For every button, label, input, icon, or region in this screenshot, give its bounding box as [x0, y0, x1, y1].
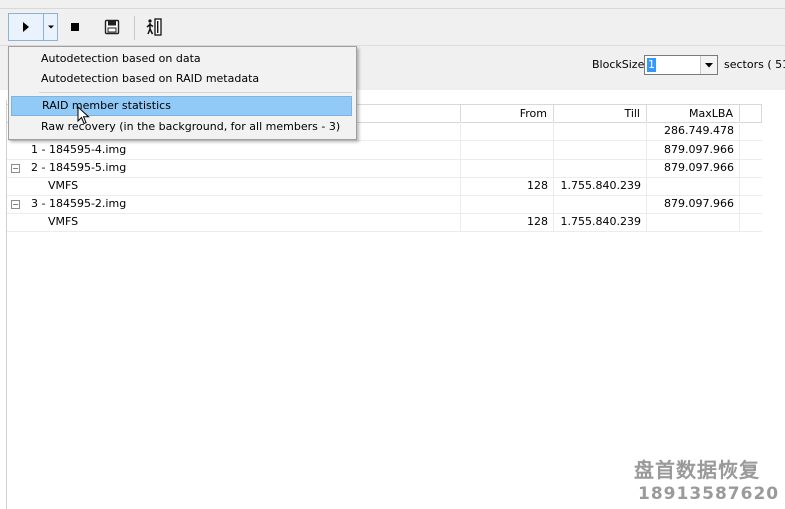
row-maxlba: 879.097.966: [647, 195, 740, 213]
watermark-phone: 18913587620: [638, 484, 780, 504]
blocksize-label: BlockSize: [592, 58, 645, 71]
blocksize-value[interactable]: 1: [647, 58, 656, 72]
row-till: [554, 195, 647, 213]
column-header-maxlba[interactable]: MaxLBA: [647, 105, 740, 122]
row-name-cell: 1 - 184595-4.img: [7, 141, 461, 159]
stop-button[interactable]: [64, 13, 86, 41]
row-name: VMFS: [48, 215, 79, 228]
row-from: 128: [461, 177, 554, 195]
row-name: 2 - 184595-5.img: [31, 161, 127, 174]
menu-item-raw-recovery[interactable]: Raw recovery (in the background, for all…: [11, 117, 352, 137]
row-name-cell: VMFS: [7, 213, 461, 231]
row-name: VMFS: [48, 179, 79, 192]
row-maxlba: 286.749.478: [647, 122, 740, 140]
row-maxlba: 879.097.966: [647, 159, 740, 177]
collapse-toggle-icon[interactable]: −: [11, 164, 20, 173]
mouse-pointer-icon: [77, 106, 90, 125]
row-from: 128: [461, 213, 554, 231]
watermark-text: 盘首数据恢复: [634, 458, 760, 482]
collapse-toggle-icon[interactable]: −: [11, 200, 20, 209]
raid-members-grid[interactable]: From Till MaxLBA 286.749.478 1 - 184595-…: [6, 100, 785, 509]
start-dropdown-menu: Autodetection based on data Autodetectio…: [8, 46, 357, 140]
floppy-disk-icon: [104, 19, 120, 35]
row-till: [554, 159, 647, 177]
row-maxlba: [647, 177, 740, 195]
blocksize-select[interactable]: 1: [644, 55, 718, 75]
row-name-cell: VMFS: [7, 177, 461, 195]
exit-button[interactable]: [142, 13, 166, 41]
menu-separator: [39, 92, 352, 93]
row-maxlba: [647, 213, 740, 231]
table-row[interactable]: VMFS 128 1.755.840.239: [7, 213, 762, 232]
watermark: 盘首数据恢复 18913587620: [634, 454, 778, 504]
row-from: [461, 159, 554, 177]
row-name: 3 - 184595-2.img: [31, 197, 127, 210]
row-from: [461, 122, 554, 140]
row-name-cell: − 2 - 184595-5.img: [7, 159, 461, 177]
row-maxlba: 879.097.966: [647, 141, 740, 159]
toolbar: [0, 9, 785, 46]
table-row[interactable]: − 2 - 184595-5.img 879.097.966: [7, 159, 762, 178]
row-till: 1.755.840.239: [554, 213, 647, 231]
stop-icon: [71, 23, 79, 31]
row-from: [461, 195, 554, 213]
start-dropdown-button[interactable]: [44, 13, 58, 41]
table-row[interactable]: 1 - 184595-4.img 879.097.966: [7, 141, 762, 160]
menu-item-raid-member-statistics[interactable]: RAID member statistics: [11, 96, 352, 116]
save-button[interactable]: [100, 13, 124, 41]
row-till: 1.755.840.239: [554, 177, 647, 195]
row-till: [554, 122, 647, 140]
row-from: [461, 141, 554, 159]
window-top-strip: [0, 0, 785, 9]
start-button[interactable]: [8, 13, 44, 41]
row-till: [554, 141, 647, 159]
table-row[interactable]: VMFS 128 1.755.840.239: [7, 177, 762, 196]
toolbar-separator: [134, 16, 135, 40]
row-name-cell: − 3 - 184595-2.img: [7, 195, 461, 213]
chevron-down-icon[interactable]: [700, 56, 717, 74]
column-header-extra[interactable]: [740, 105, 762, 122]
sectors-label: sectors ( 512: [724, 58, 785, 71]
play-icon: [23, 22, 29, 32]
menu-item-autodetect-data[interactable]: Autodetection based on data: [11, 49, 352, 69]
row-name: 1 - 184595-4.img: [31, 143, 127, 156]
table-row[interactable]: − 3 - 184595-2.img 879.097.966: [7, 195, 762, 214]
chevron-down-icon: [47, 25, 54, 29]
column-header-till[interactable]: Till: [554, 105, 647, 122]
column-header-from[interactable]: From: [461, 105, 554, 122]
exit-door-icon: [146, 18, 162, 36]
menu-item-autodetect-metadata[interactable]: Autodetection based on RAID metadata: [11, 69, 352, 89]
